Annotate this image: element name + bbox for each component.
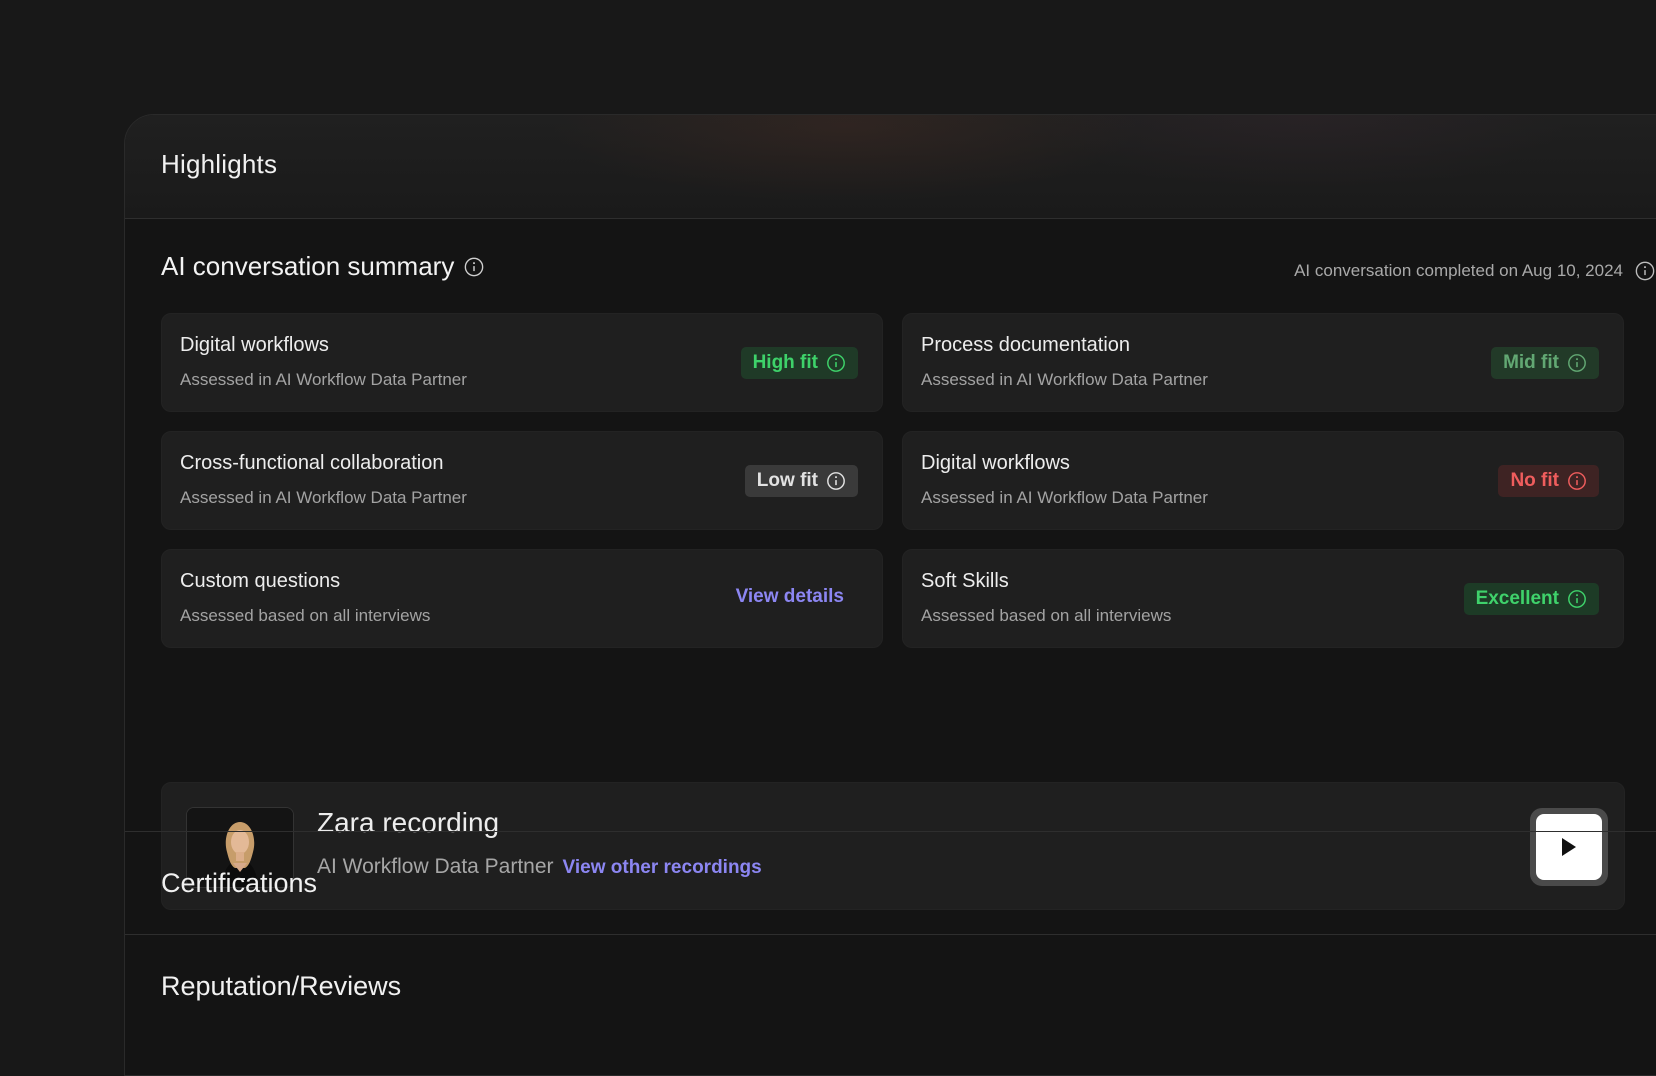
- reviews-title: Reputation/Reviews: [161, 971, 402, 1001]
- info-icon: [826, 353, 846, 373]
- skill-card-subtitle: Assessed in AI Workflow Data Partner: [180, 488, 467, 507]
- skill-card-subtitle: Assessed based on all interviews: [921, 606, 1172, 625]
- skill-card-digital-workflows[interactable]: Digital workflows Assessed in AI Workflo…: [161, 313, 883, 412]
- skill-card-custom-questions[interactable]: Custom questions Assessed based on all i…: [161, 549, 883, 648]
- fit-badge-label: Excellent: [1475, 588, 1559, 609]
- certifications-section[interactable]: Certifications: [125, 831, 1656, 935]
- skill-card-title: Soft Skills: [921, 570, 1009, 592]
- fit-badge-label: No fit: [1510, 470, 1559, 491]
- fit-badge-label: Low fit: [756, 470, 818, 491]
- skill-card-title: Digital workflows: [180, 334, 329, 356]
- summary-heading: AI conversation summary: [161, 251, 484, 282]
- skill-card-subtitle: Assessed in AI Workflow Data Partner: [921, 370, 1208, 389]
- skill-card-subtitle: Assessed in AI Workflow Data Partner: [921, 488, 1208, 507]
- summary-info-icon[interactable]: [464, 257, 484, 277]
- fit-badge-low[interactable]: Low fit: [744, 465, 858, 497]
- skill-card-subtitle: Assessed based on all interviews: [180, 606, 431, 625]
- summary-title: AI conversation summary: [161, 251, 455, 281]
- info-icon: [826, 471, 846, 491]
- completed-status: AI conversation completed on Aug 10, 202…: [1294, 261, 1655, 281]
- fit-badge-label: High fit: [752, 352, 818, 373]
- completed-text: AI conversation completed on Aug 10, 202…: [1294, 261, 1623, 280]
- fit-badge-label: Mid fit: [1503, 352, 1559, 373]
- fit-badge-mid[interactable]: Mid fit: [1491, 347, 1599, 379]
- fit-badge-high[interactable]: High fit: [740, 347, 858, 379]
- skill-card-cross-functional-collaboration[interactable]: Cross-functional collaboration Assessed …: [161, 431, 883, 530]
- skill-card-title: Custom questions: [180, 570, 341, 592]
- skill-card-soft-skills[interactable]: Soft Skills Assessed based on all interv…: [902, 549, 1624, 648]
- info-icon: [1567, 353, 1587, 373]
- highlights-title: Highlights: [161, 149, 278, 179]
- reviews-section[interactable]: Reputation/Reviews: [125, 934, 1656, 1038]
- completed-info-icon[interactable]: [1635, 261, 1655, 281]
- highlights-panel: Highlights AI conversation summary AI co…: [124, 114, 1656, 1076]
- skill-card-subtitle: Assessed in AI Workflow Data Partner: [180, 370, 467, 389]
- view-details-link[interactable]: View details: [736, 586, 844, 608]
- info-icon: [1567, 589, 1587, 609]
- certifications-title: Certifications: [161, 868, 318, 898]
- skill-card-process-documentation[interactable]: Process documentation Assessed in AI Wor…: [902, 313, 1624, 412]
- skill-card-digital-workflows-2[interactable]: Digital workflows Assessed in AI Workflo…: [902, 431, 1624, 530]
- highlights-header: Highlights: [125, 115, 1656, 219]
- skill-card-title: Digital workflows: [921, 452, 1070, 474]
- skills-grid: Digital workflows Assessed in AI Workflo…: [161, 313, 1625, 648]
- fit-badge-no[interactable]: No fit: [1498, 465, 1599, 497]
- fit-badge-excellent[interactable]: Excellent: [1463, 583, 1599, 615]
- skill-card-title: Process documentation: [921, 334, 1131, 356]
- info-icon: [1567, 471, 1587, 491]
- skill-card-title: Cross-functional collaboration: [180, 452, 444, 474]
